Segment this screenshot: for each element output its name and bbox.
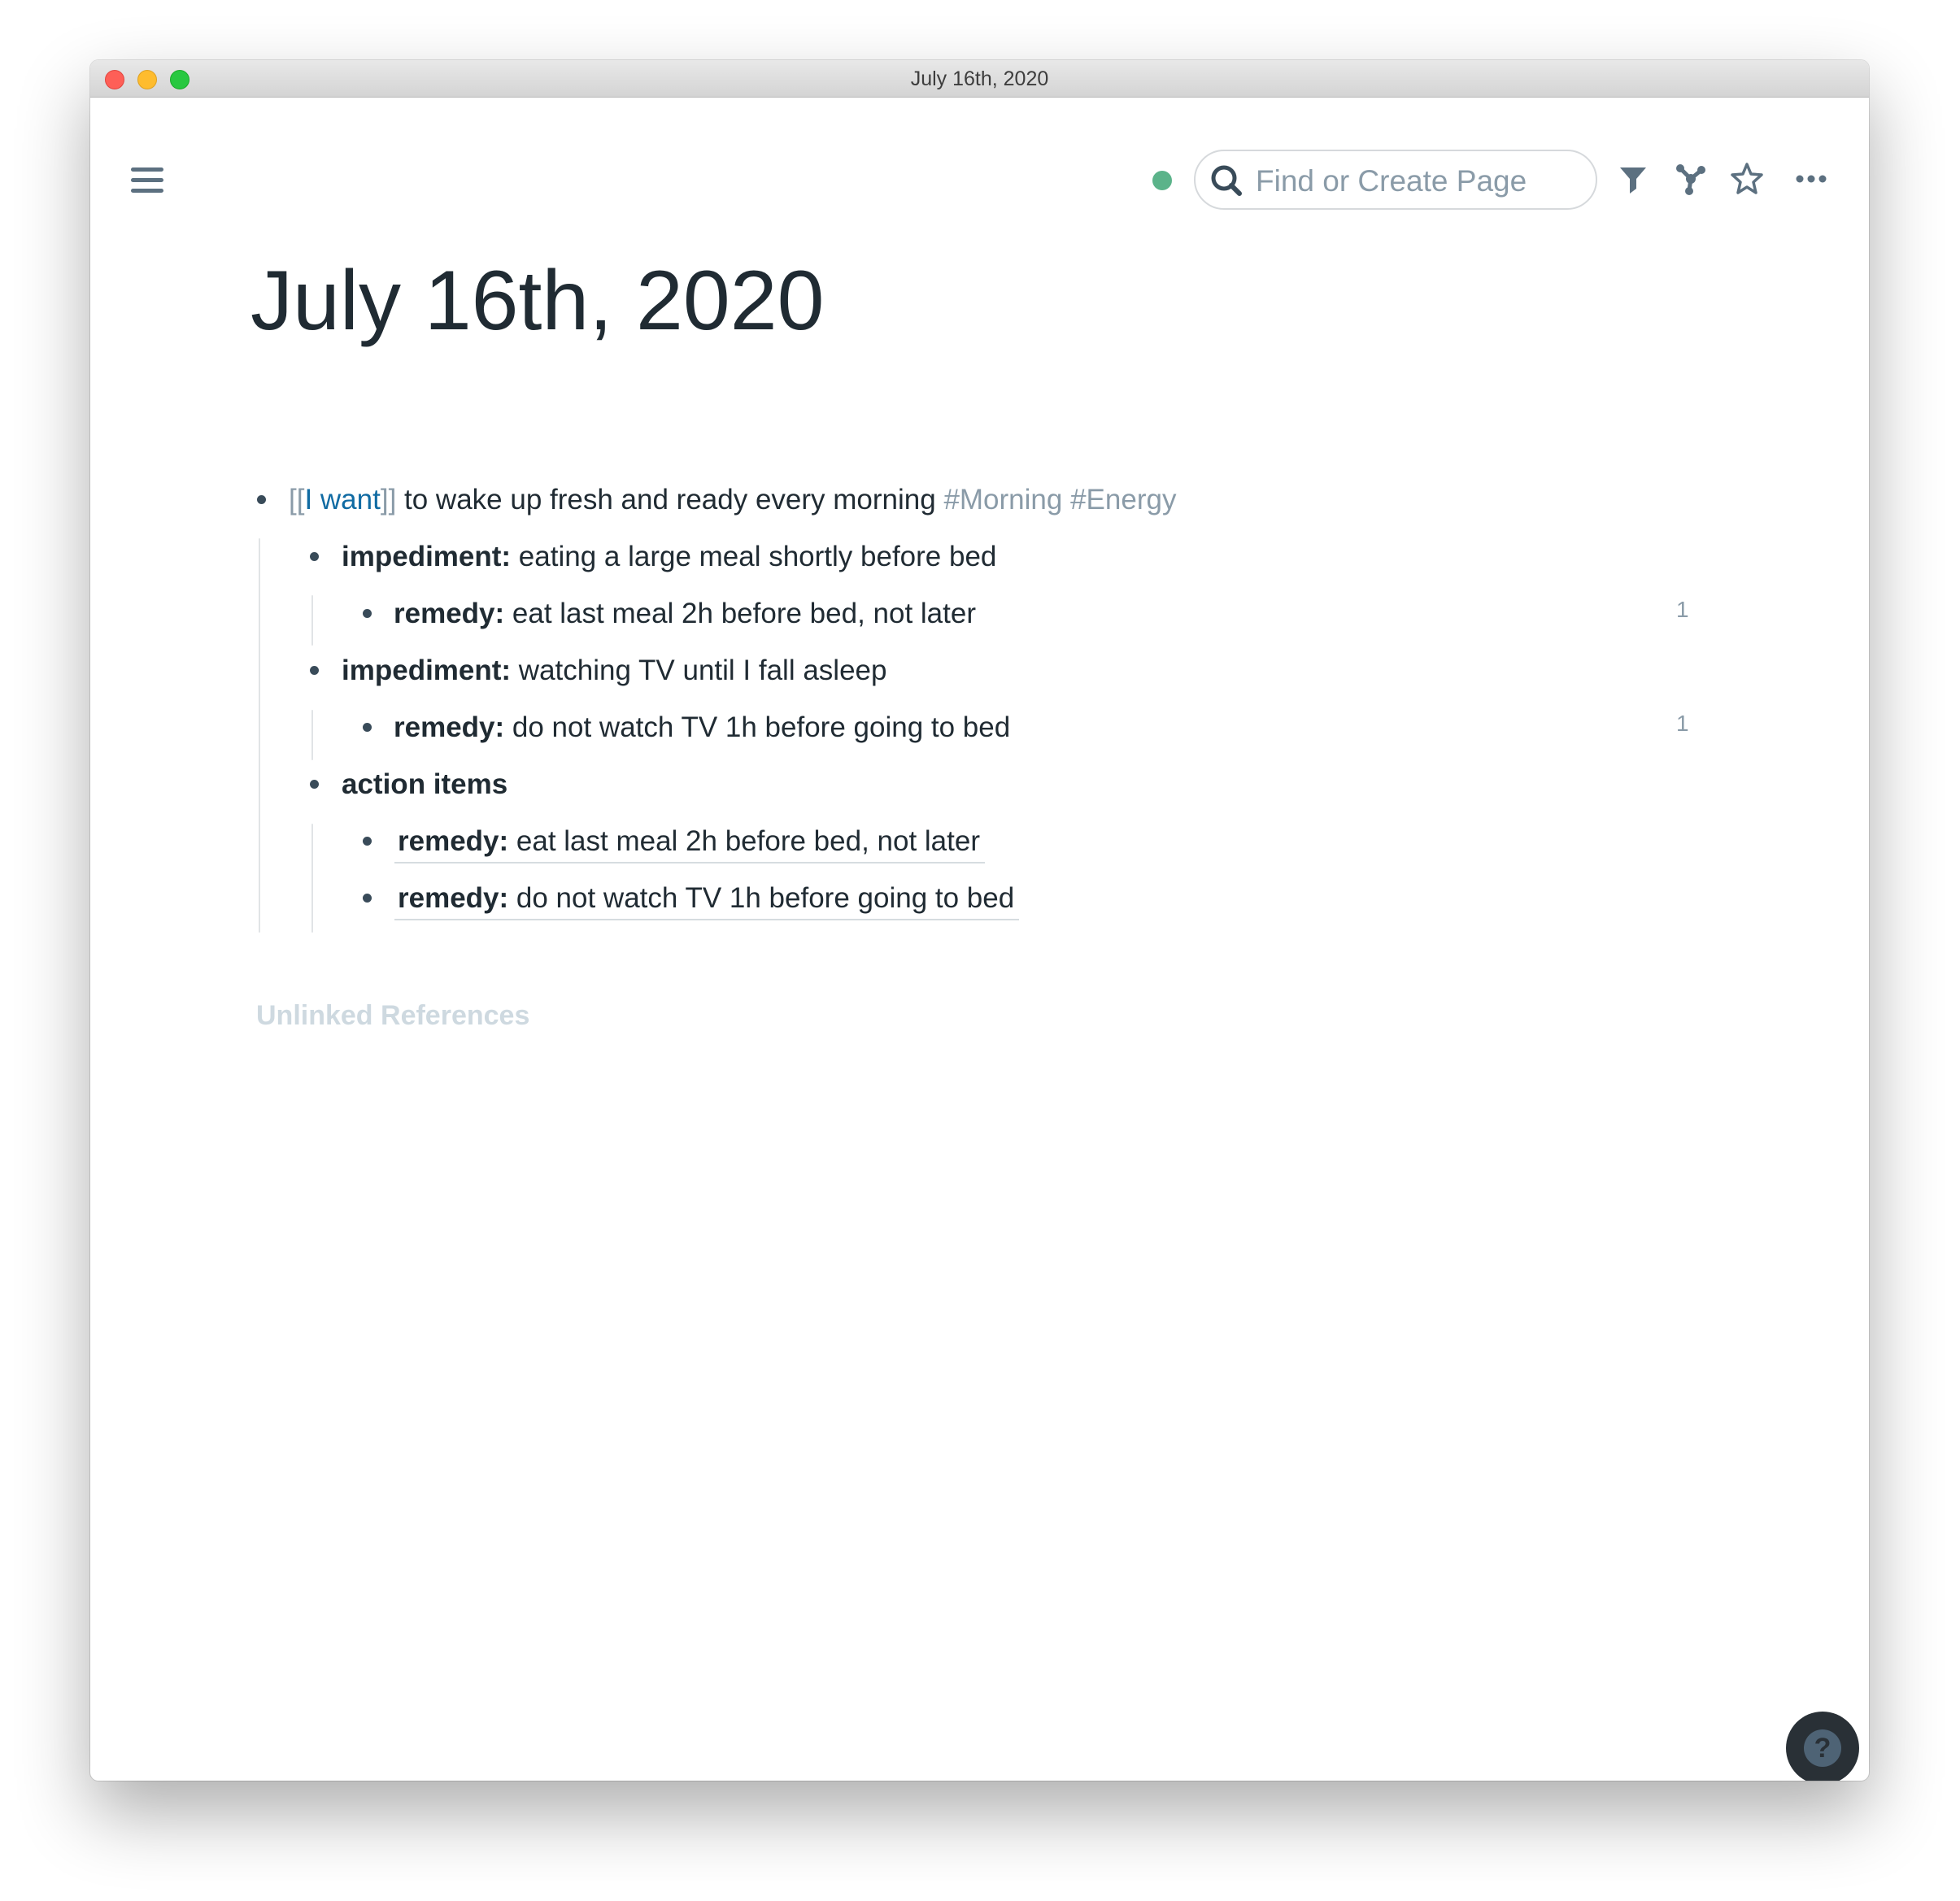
tag-energy[interactable]: #Energy <box>1070 484 1176 515</box>
sync-status-indicator <box>1152 171 1172 190</box>
block-text: watching TV until I fall asleep <box>511 655 887 686</box>
block-reference[interactable]: remedy: do not watch TV 1h before going … <box>90 870 1869 927</box>
block-content[interactable]: action items <box>342 764 507 805</box>
embedded-block-ref[interactable]: remedy: do not watch TV 1h before going … <box>394 882 1020 920</box>
window-title: July 16th, 2020 <box>910 67 1049 90</box>
block-text: do not watch TV 1h before going to bed <box>508 882 1015 914</box>
block-text: to wake up fresh and ready every morning <box>396 484 944 515</box>
block-impediment[interactable]: impediment: watching TV until I fall asl… <box>90 642 1869 699</box>
block-label: remedy: <box>394 598 505 629</box>
block-remedy[interactable]: remedy: eat last meal 2h before bed, not… <box>90 585 1869 642</box>
block-label: remedy: <box>398 825 509 857</box>
more-icon[interactable] <box>1793 161 1829 197</box>
block-goal[interactable]: [[I want]] to wake up fresh and ready ev… <box>90 472 1869 529</box>
block-bullet[interactable] <box>363 894 372 903</box>
block-text: eat last meal 2h before bed, not later <box>508 825 980 857</box>
block-content[interactable]: remedy: eat last meal 2h before bed, not… <box>394 594 976 634</box>
filter-icon[interactable] <box>1615 161 1651 197</box>
block-impediment[interactable]: impediment: eating a large meal shortly … <box>90 529 1869 585</box>
block-label: remedy: <box>398 882 509 914</box>
block-label: remedy: <box>394 711 505 743</box>
block-bullet[interactable] <box>363 837 372 846</box>
star-icon[interactable] <box>1729 161 1765 197</box>
block-reference-count[interactable]: 1 <box>1676 597 1689 623</box>
block-bullet[interactable] <box>363 723 372 732</box>
title-bar: July 16th, 2020 <box>90 60 1869 98</box>
page-area: July 16th, 2020 [[I want]] to wake up fr… <box>90 98 1869 1781</box>
hamburger-menu-icon[interactable] <box>131 166 165 195</box>
unlinked-references-toggle[interactable]: Unlinked References <box>256 1000 529 1032</box>
block-content[interactable]: impediment: watching TV until I fall asl… <box>342 650 886 691</box>
block-bullet[interactable] <box>310 666 319 675</box>
block-bullet[interactable] <box>310 552 319 561</box>
block-reference[interactable]: remedy: eat last meal 2h before bed, not… <box>90 813 1869 870</box>
block-content[interactable]: remedy: eat last meal 2h before bed, not… <box>394 821 985 863</box>
page-link-i-want[interactable]: I want <box>304 484 380 515</box>
block-content[interactable]: remedy: do not watch TV 1h before going … <box>394 707 1010 748</box>
tag-morning[interactable]: #Morning <box>943 484 1062 515</box>
block-content[interactable]: [[I want]] to wake up fresh and ready ev… <box>289 480 1176 520</box>
block-text: do not watch TV 1h before going to bed <box>504 711 1011 743</box>
block-bullet[interactable] <box>257 495 266 504</box>
block-remedy[interactable]: remedy: do not watch TV 1h before going … <box>90 699 1869 756</box>
block-reference-count[interactable]: 1 <box>1676 711 1689 737</box>
graph-icon[interactable] <box>1673 161 1709 197</box>
embedded-block-ref[interactable]: remedy: eat last meal 2h before bed, not… <box>394 825 985 863</box>
block-label: action items <box>342 768 508 800</box>
block-content[interactable]: impediment: eating a large meal shortly … <box>342 537 996 577</box>
block-content[interactable]: remedy: do not watch TV 1h before going … <box>394 878 1020 920</box>
block-text: eating a large meal shortly before bed <box>511 541 997 572</box>
block-label: impediment: <box>342 541 512 572</box>
search-icon <box>1211 165 1242 196</box>
page-title[interactable]: July 16th, 2020 <box>250 259 824 343</box>
block-bullet[interactable] <box>363 609 372 618</box>
block-bullet[interactable] <box>310 780 319 789</box>
help-icon: ? <box>1804 1729 1841 1767</box>
link-bracket-open: [[ <box>289 484 305 515</box>
search-input[interactable] <box>1254 159 1583 203</box>
block-text: eat last meal 2h before bed, not later <box>504 598 976 629</box>
link-bracket-close: ]] <box>380 484 397 515</box>
help-button[interactable]: ? <box>1786 1712 1859 1781</box>
search-box[interactable] <box>1194 150 1597 210</box>
block-action-items[interactable]: action items <box>90 756 1869 813</box>
block-label: impediment: <box>342 655 512 686</box>
app-window: July 16th, 2020 Find or Create Page July… <box>90 60 1869 1781</box>
